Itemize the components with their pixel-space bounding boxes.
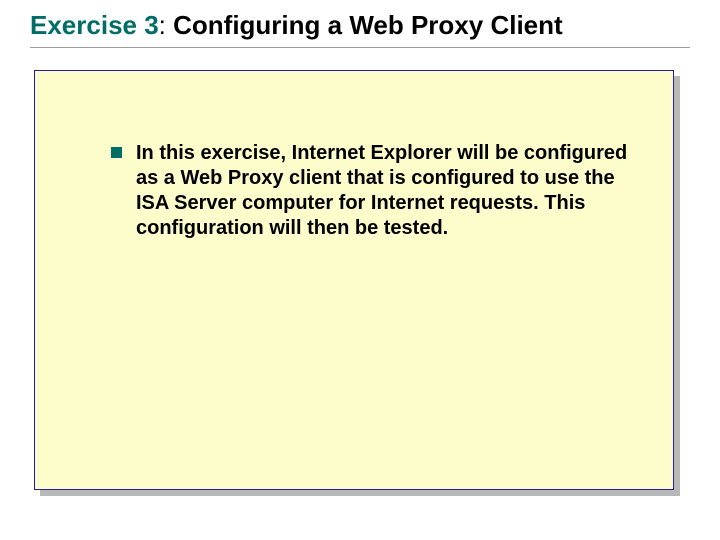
title-divider (30, 47, 690, 48)
title-area: Exercise 3: Configuring a Web Proxy Clie… (30, 10, 690, 48)
content-panel: In this exercise, Internet Explorer will… (34, 70, 674, 490)
title-rest: Configuring a Web Proxy Client (173, 10, 563, 40)
title-exercise-label: Exercise 3 (30, 10, 159, 40)
title-separator: : (159, 10, 173, 40)
bullet-list: In this exercise, Internet Explorer will… (111, 141, 641, 241)
square-bullet-icon (111, 147, 122, 158)
slide: Exercise 3: Configuring a Web Proxy Clie… (0, 0, 720, 540)
slide-title: Exercise 3: Configuring a Web Proxy Clie… (30, 10, 690, 41)
bullet-text: In this exercise, Internet Explorer will… (136, 141, 641, 241)
list-item: In this exercise, Internet Explorer will… (111, 141, 641, 241)
